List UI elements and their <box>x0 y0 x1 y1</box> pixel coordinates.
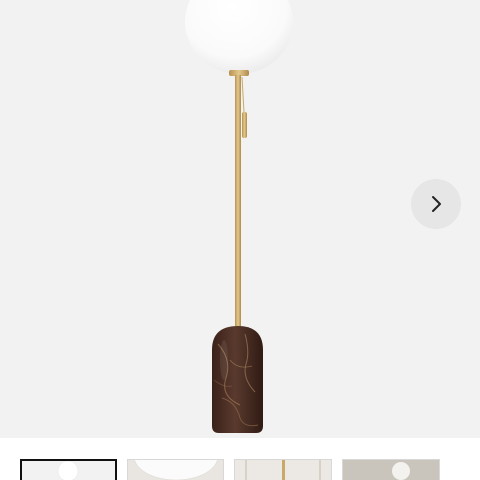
main-product-image[interactable] <box>0 0 480 438</box>
chevron-right-icon <box>432 196 441 212</box>
pull-switch <box>241 76 247 138</box>
next-image-button[interactable] <box>411 179 461 229</box>
lamp-stem <box>235 75 241 333</box>
thumbnail-strip <box>0 438 480 480</box>
globe-shade <box>185 0 293 74</box>
product-image-gallery <box>0 0 480 480</box>
thumbnail-4[interactable] <box>342 459 440 480</box>
floor-lamp-illustration <box>185 0 293 433</box>
marble-base <box>212 326 263 433</box>
thumbnail-2[interactable] <box>127 459 224 480</box>
thumbnail-3[interactable] <box>234 459 332 480</box>
thumbnail-1[interactable] <box>20 459 117 480</box>
